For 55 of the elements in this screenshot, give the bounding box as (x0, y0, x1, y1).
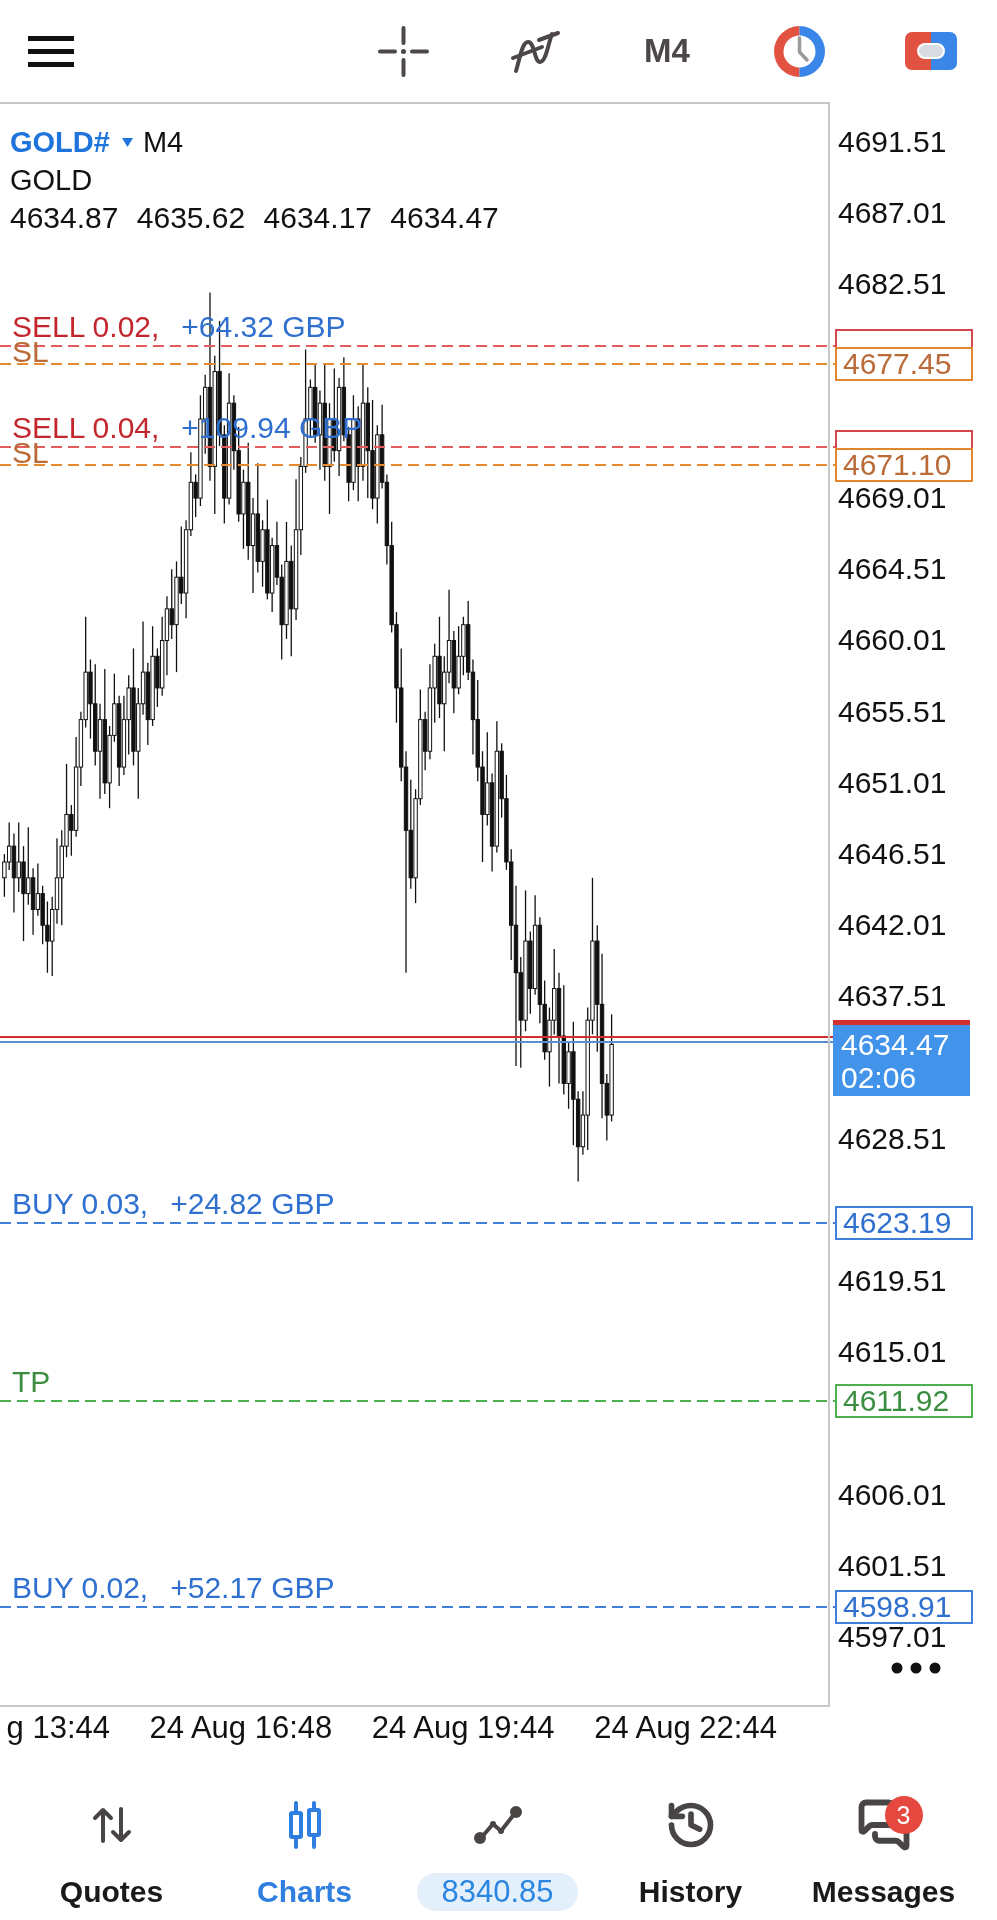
timeframe-label: M4 (142, 125, 184, 160)
price-label: 4615.01 (838, 1339, 947, 1366)
wave-icon[interactable] (508, 28, 562, 74)
price-label: 4655.51 (838, 698, 947, 725)
price-label: 4597.01 (838, 1624, 947, 1650)
profit-label: +24.82 GBP (170, 1190, 335, 1217)
nav-tab[interactable]: History (594, 1786, 787, 1911)
symbol-description: GOLD (10, 163, 93, 198)
price-label: 4646.51 (838, 840, 947, 867)
price-label: 4691.51 (838, 129, 947, 155)
unread-badge: 3 (884, 1796, 923, 1834)
position-label: BUY 0.03, (12, 1190, 149, 1217)
price-tag: 4671.10 (835, 447, 973, 482)
nav-tab[interactable]: Charts (208, 1786, 401, 1911)
time-label: g 13:44 (6, 1711, 110, 1745)
price-label: 4606.01 (838, 1481, 947, 1508)
price-label: 4637.51 (838, 983, 947, 1010)
timeframe-button[interactable]: M4 (644, 31, 690, 71)
price-label: 4628.51 (838, 1125, 947, 1152)
toggle-icon[interactable] (905, 32, 957, 70)
price-label: 4619.51 (838, 1268, 947, 1295)
more-icon[interactable] (891, 1662, 941, 1674)
current-price: 4634.47 (841, 1028, 951, 1062)
nav-tab[interactable]: 3 Messages (787, 1786, 980, 1911)
profit-label: +52.17 GBP (170, 1574, 335, 1601)
time-label: 24 Aug 19:44 (371, 1711, 555, 1745)
price-label: 4682.51 (838, 271, 947, 298)
bar-countdown: 02:06 (841, 1061, 918, 1095)
arrows-up-down-icon (91, 1807, 132, 1843)
position-label: SELL 0.04, (12, 414, 160, 441)
price-tag: 4598.91 (835, 1589, 973, 1624)
ohlc-values: 4634.87 4635.62 4634.17 4634.47 (10, 200, 499, 236)
price-label: 4669.01 (838, 484, 947, 511)
take-profit-label: TP (12, 1370, 51, 1395)
price-label: 4664.51 (838, 556, 947, 583)
line-chart-icon (472, 1805, 523, 1845)
crosshair-icon[interactable] (377, 25, 429, 77)
price-label: 4660.01 (838, 627, 947, 654)
symbol-selector[interactable]: GOLD# (10, 123, 133, 161)
price-label: 4601.51 (838, 1552, 947, 1579)
time-label: 24 Aug 22:44 (594, 1711, 777, 1745)
position-label: BUY 0.02, (12, 1574, 149, 1601)
price-label: 4687.01 (838, 200, 947, 227)
time-label: 24 Aug 16:48 (149, 1711, 333, 1745)
position-label: SELL 0.02, (12, 314, 160, 341)
price-tag: 4611.92 (835, 1384, 973, 1419)
menu-icon[interactable] (28, 35, 74, 67)
price-label: 4651.01 (838, 769, 947, 796)
price-label: 4642.01 (838, 912, 947, 939)
nav-tab[interactable]: Quotes (15, 1786, 208, 1911)
caret-icon (121, 137, 133, 147)
balance-pill: 8340.85 (417, 1873, 578, 1911)
price-tag: 4677.45 (835, 347, 973, 382)
price-tag: 4623.19 (835, 1205, 973, 1240)
clock-icon[interactable] (773, 25, 825, 77)
